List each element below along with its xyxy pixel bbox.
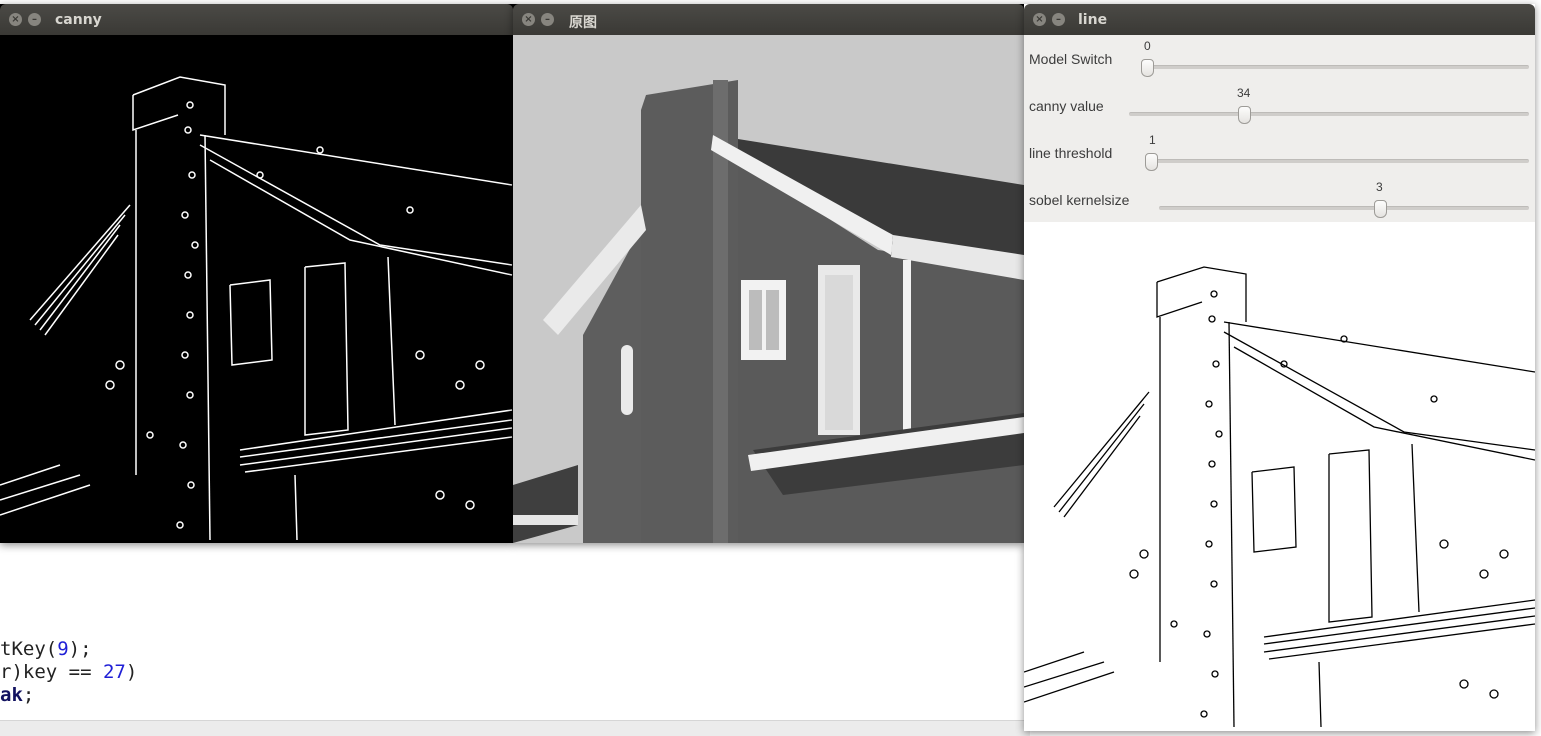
canny-titlebar[interactable]: × – canny — [0, 4, 513, 35]
canny-edge-image — [0, 35, 513, 543]
trackbar-value: 3 — [1376, 180, 1383, 194]
original-window-title: 原图 — [569, 15, 597, 31]
trackbar-label: line threshold — [1029, 145, 1113, 161]
original-image-window[interactable]: × – 原图 — [513, 4, 1024, 543]
original-house-photo — [513, 35, 1024, 543]
inverted-edge-drawing — [1024, 222, 1535, 731]
trackbar-handle[interactable] — [1374, 200, 1387, 218]
trackbar-value: 0 — [1144, 39, 1151, 53]
trackbar-handle[interactable] — [1238, 106, 1251, 124]
line-window[interactable]: × – line Model Switch 0 canny value 34 l… — [1024, 4, 1535, 731]
canny-window[interactable]: × – canny — [0, 4, 513, 543]
trackbar-handle[interactable] — [1145, 153, 1158, 171]
close-icon[interactable]: × — [1033, 13, 1046, 26]
minimize-icon[interactable]: – — [1052, 13, 1065, 26]
trackbar-track[interactable] — [1129, 112, 1529, 116]
trackbar-value: 34 — [1237, 86, 1251, 100]
trackbar-track[interactable] — [1144, 65, 1529, 69]
minimize-icon[interactable]: – — [541, 13, 554, 26]
trackbar-track[interactable] — [1159, 206, 1529, 210]
canny-window-title: canny — [55, 12, 102, 28]
trackbar-value: 1 — [1149, 133, 1156, 147]
minimize-icon[interactable]: – — [28, 13, 41, 26]
trackbar-handle[interactable] — [1141, 59, 1154, 77]
line-titlebar[interactable]: × – line — [1024, 4, 1535, 35]
close-icon[interactable]: × — [522, 13, 535, 26]
code-line-2: r)key == 27) — [0, 661, 138, 683]
code-line-3: ak; — [0, 684, 35, 706]
code-line-1: tKey(9); — [0, 638, 92, 660]
trackbar-track[interactable] — [1149, 159, 1529, 163]
line-window-title: line — [1078, 12, 1108, 28]
editor-bottom-bar — [0, 720, 1030, 736]
trackbar-panel: Model Switch 0 canny value 34 line thres… — [1024, 35, 1535, 222]
trackbar-label: canny value — [1029, 98, 1104, 114]
canny-edge-drawing — [0, 35, 513, 543]
close-icon[interactable]: × — [9, 13, 22, 26]
house-grayscale-drawing — [513, 35, 1024, 543]
trackbar-label: sobel kernelsize — [1029, 192, 1130, 208]
code-editor-fragment: tKey(9); r)key == 27) ak; — [0, 638, 137, 707]
trackbar-label: Model Switch — [1029, 51, 1113, 67]
line-result-image — [1024, 222, 1535, 731]
original-titlebar[interactable]: × – 原图 — [513, 4, 1024, 35]
